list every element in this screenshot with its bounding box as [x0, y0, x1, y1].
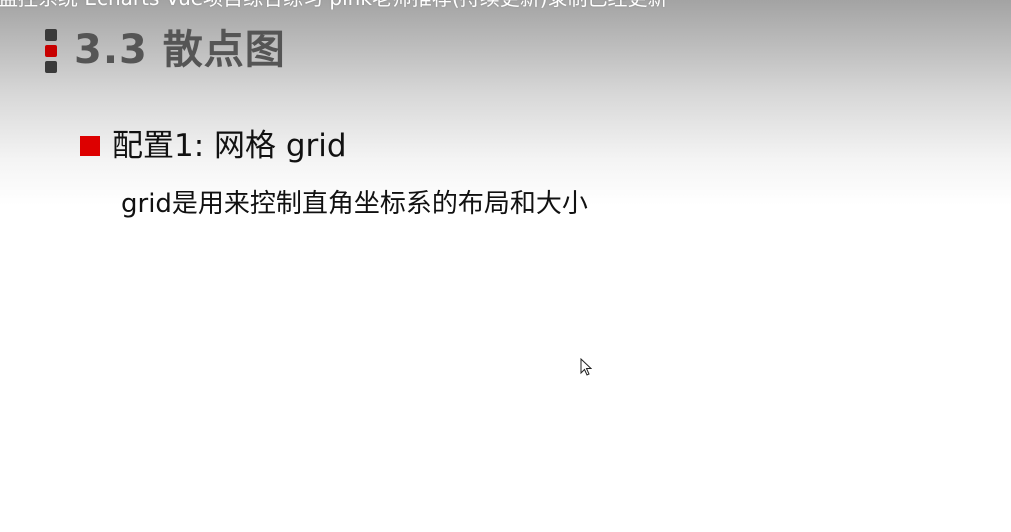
slide-title: 3.3 散点图 [74, 27, 286, 73]
arrow-cursor-icon [580, 358, 592, 376]
marker-block-red [45, 45, 57, 57]
marker-block [45, 29, 57, 41]
video-title-overlay: 监控系统 Echarts Vue项目综合练习 pink老师推荐(持续更新)录制已… [0, 0, 1009, 10]
description-text: grid是用来控制直角坐标系的布局和大小 [121, 189, 588, 219]
bullet-text: 配置1: 网格 grid [112, 128, 347, 164]
slide-heading: 3.3 散点图 [44, 22, 286, 78]
bullet-square-icon [80, 136, 100, 156]
heading-marker-icon [44, 26, 58, 74]
marker-block [45, 61, 57, 73]
bullet-item: 配置1: 网格 grid [80, 126, 347, 166]
